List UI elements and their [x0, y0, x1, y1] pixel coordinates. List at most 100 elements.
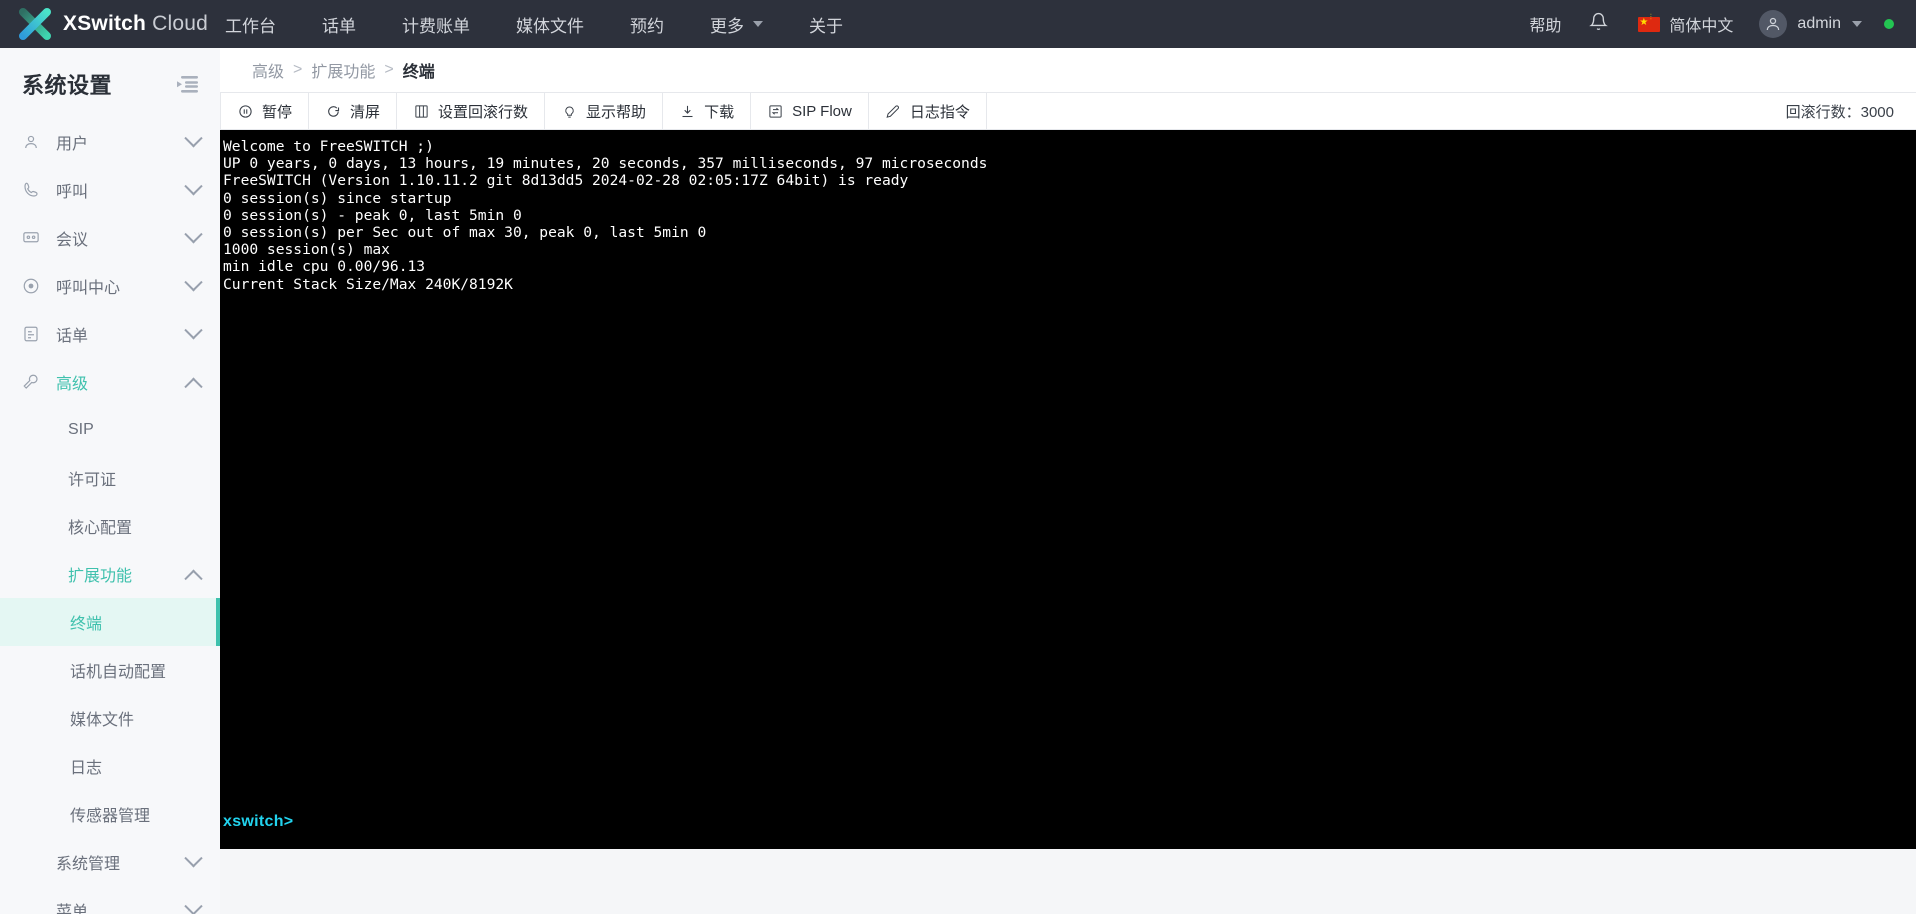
pause-button[interactable]: 暂停 — [220, 93, 310, 129]
chevron-down-icon — [184, 224, 203, 243]
chevron-down-icon — [184, 848, 203, 867]
nav-item-workbench[interactable]: 工作台 — [202, 0, 299, 48]
nav-label: 关于 — [809, 16, 843, 36]
chevron-down-icon — [184, 320, 203, 339]
pause-circle-icon — [237, 103, 253, 119]
sidebar-item-menu[interactable]: 菜单 — [0, 886, 220, 914]
main-content: 高级 > 扩展功能 > 终端 暂停 清屏 设置回滚行数 显示帮助 下载 SIP … — [220, 48, 1916, 914]
nav-label: 工作台 — [225, 16, 276, 36]
terminal-line: Welcome to FreeSWITCH ;) — [223, 138, 434, 155]
refresh-icon — [325, 103, 341, 119]
sidebar-item-label: 菜单 — [56, 904, 89, 914]
download-button[interactable]: 下载 — [663, 93, 752, 129]
pencil-icon — [885, 103, 901, 119]
terminal-line: 0 session(s) - peak 0, last 5min 0 — [223, 206, 522, 224]
callcenter-icon — [22, 277, 42, 295]
language-switcher[interactable]: 简体中文 — [1638, 12, 1733, 36]
bulb-icon — [561, 103, 577, 119]
sidebar-item-cdr[interactable]: 话单 — [0, 310, 220, 358]
top-nav-items: 工作台 话单 计费账单 媒体文件 预约 更多 关于 — [202, 0, 866, 48]
sidebar-item-logs[interactable]: 日志 — [0, 742, 220, 790]
sidebar-item-label: 终端 — [70, 616, 103, 633]
cdr-icon — [22, 325, 42, 343]
user-avatar-icon — [1759, 10, 1788, 38]
nav-item-media-files[interactable]: 媒体文件 — [493, 0, 607, 48]
sidebar-item-system-management[interactable]: 系统管理 — [0, 838, 220, 886]
terminal-toolbar: 暂停 清屏 设置回滚行数 显示帮助 下载 SIP Flow 日志指令 回滚行数：… — [220, 92, 1916, 130]
breadcrumb-current-terminal: 终端 — [402, 64, 435, 81]
breadcrumb: 高级 > 扩展功能 > 终端 — [220, 48, 1916, 92]
sidebar-item-terminal[interactable]: 终端 — [0, 598, 220, 646]
sidebar-item-sensor-manager[interactable]: 传感器管理 — [0, 790, 220, 838]
nav-label: 更多 — [710, 16, 744, 36]
show-help-button[interactable]: 显示帮助 — [545, 93, 664, 129]
sidebar-item-label: 高级 — [56, 376, 89, 393]
sidebar-item-label: 日志 — [70, 760, 103, 777]
nav-label: 预约 — [630, 16, 664, 36]
sidebar-item-conference[interactable]: 会议 — [0, 214, 220, 262]
brand-logo[interactable]: XSwitch Cloud — [0, 7, 208, 41]
sidebar-item-users[interactable]: 用户 — [0, 118, 220, 166]
sidebar-item-media-files[interactable]: 媒体文件 — [0, 694, 220, 742]
clear-screen-button[interactable]: 清屏 — [309, 93, 398, 129]
sidebar-item-label: 核心配置 — [68, 520, 133, 537]
nav-label: 计费账单 — [402, 16, 470, 36]
toolbar-label: 下载 — [704, 103, 735, 121]
sidebar-item-call[interactable]: 呼叫 — [0, 166, 220, 214]
nav-label: 话单 — [322, 16, 356, 36]
sidebar-item-core-config[interactable]: 核心配置 — [0, 502, 220, 550]
breadcrumb-item-advanced[interactable]: 高级 — [252, 58, 284, 82]
user-menu[interactable]: admin — [1759, 10, 1862, 38]
terminal-line: min idle cpu 0.00/96.13 — [223, 258, 426, 276]
content-filler — [220, 849, 1916, 914]
nav-item-reservation[interactable]: 预约 — [607, 0, 687, 48]
help-link[interactable]: 帮助 — [1529, 12, 1561, 36]
nav-item-cdr[interactable]: 话单 — [299, 0, 379, 48]
xswitch-x-logo-icon — [18, 7, 52, 41]
sidebar-item-callcenter[interactable]: 呼叫中心 — [0, 262, 220, 310]
toolbar-label: SIP Flow — [792, 102, 852, 120]
sidebar-item-sip[interactable]: SIP — [0, 406, 220, 454]
sidebar-item-label: 传感器管理 — [70, 808, 151, 825]
terminal-line: UP 0 years, 0 days, 13 hours, 19 minutes… — [223, 155, 988, 173]
chevron-down-icon — [184, 896, 203, 914]
terminal-line: FreeSWITCH (Version 1.10.11.2 git 8d13dd… — [223, 172, 909, 190]
log-command-button[interactable]: 日志指令 — [869, 93, 987, 129]
sip-flow-button[interactable]: SIP Flow — [751, 93, 869, 129]
collapse-sidebar-icon[interactable] — [176, 75, 198, 93]
top-nav-right-area: 帮助 简体中文 admin — [1529, 10, 1916, 38]
sidebar-item-label: 媒体文件 — [70, 712, 135, 729]
page-body: 系统设置 用户 呼叫 会议 呼叫中心 话单 高级 SIP 许可证 核心配置 扩展… — [0, 48, 1916, 914]
brand-name: XSwitch Cloud — [63, 12, 208, 36]
toolbar-label: 清屏 — [350, 103, 381, 121]
terminal-line: 0 session(s) since startup — [223, 189, 452, 207]
nav-item-billing[interactable]: 计费账单 — [379, 0, 493, 48]
breadcrumb-item-extensions[interactable]: 扩展功能 — [311, 58, 375, 82]
conference-icon — [22, 229, 42, 247]
set-scrollback-button[interactable]: 设置回滚行数 — [397, 93, 546, 129]
sidebar-item-extensions[interactable]: 扩展功能 — [0, 550, 220, 598]
user-icon — [22, 133, 42, 151]
toolbar-label: 日志指令 — [909, 103, 970, 121]
terminal-console[interactable]: Welcome to FreeSWITCH ;) UP 0 years, 0 d… — [220, 130, 1916, 849]
chevron-down-icon — [184, 176, 203, 195]
chevron-down-icon — [184, 272, 203, 291]
sidebar: 系统设置 用户 呼叫 会议 呼叫中心 话单 高级 SIP 许可证 核心配置 扩展… — [0, 48, 220, 914]
terminal-line: 1000 session(s) max — [223, 241, 390, 259]
nav-item-about[interactable]: 关于 — [786, 0, 866, 48]
brand-name-light: Cloud — [152, 12, 209, 35]
sidebar-item-label: 呼叫中心 — [56, 280, 121, 297]
nav-label: 媒体文件 — [516, 16, 584, 36]
sidebar-item-label: 许可证 — [68, 472, 117, 489]
chevron-down-icon — [1852, 21, 1862, 27]
nav-item-more[interactable]: 更多 — [687, 0, 786, 48]
sidebar-item-advanced[interactable]: 高级 — [0, 358, 220, 406]
scrollback-count-label: 回滚行数：3000 — [1785, 103, 1894, 121]
notifications-button[interactable] — [1589, 12, 1609, 36]
sidebar-item-label: SIP — [68, 421, 94, 438]
toolbar-label: 设置回滚行数 — [438, 103, 529, 121]
sidebar-item-license[interactable]: 许可证 — [0, 454, 220, 502]
sidebar-item-phone-autoprovision[interactable]: 话机自动配置 — [0, 646, 220, 694]
terminal-prompt[interactable]: xswitch> — [223, 813, 293, 831]
